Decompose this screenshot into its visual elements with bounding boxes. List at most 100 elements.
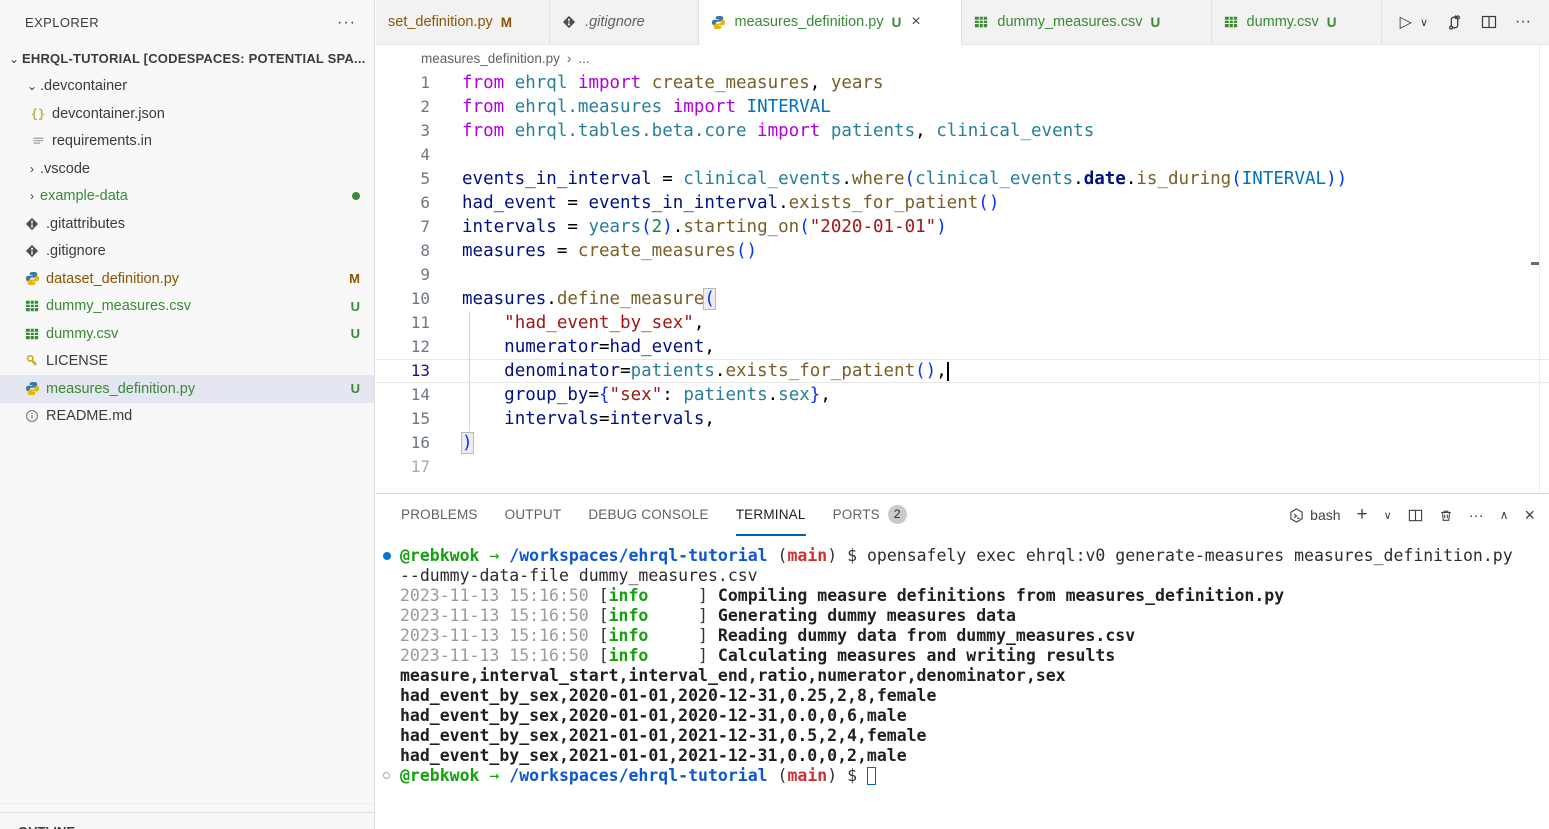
code-token: () — [915, 361, 936, 381]
code-editor[interactable]: 1 from ehrql import create_measures, year… — [376, 71, 1549, 493]
panel-tab-label: DEBUG CONSOLE — [588, 507, 708, 522]
terminal-line-1: @rebkwok → /workspaces/ehrql-tutorial (m… — [376, 546, 1549, 566]
panel-header: PROBLEMS OUTPUT DEBUG CONSOLE TERMINAL PORTS… — [376, 494, 1549, 536]
kill-terminal-button[interactable] — [1439, 508, 1453, 523]
open-changes-icon[interactable] — [1446, 14, 1463, 31]
terminal-shell-selector[interactable]: bash — [1289, 507, 1340, 523]
terminal-content[interactable]: @rebkwok → /workspaces/ehrql-tutorial (m… — [376, 536, 1549, 829]
code-text: intervals = years(2).starting_on("2020-0… — [462, 215, 1549, 239]
panel-more-button[interactable]: ··· — [1469, 507, 1484, 524]
explorer-title: EXPLORER — [25, 15, 99, 30]
terminal-dropdown-button[interactable]: ∨ — [1384, 509, 1392, 522]
tree-item-vscode[interactable]: ›.vscode — [0, 155, 374, 183]
git-icon — [24, 243, 40, 259]
tree-item-example-data[interactable]: ›example-data — [0, 183, 374, 211]
terminal-text — [499, 546, 509, 565]
panel-tab-ports[interactable]: PORTS2 — [833, 494, 907, 536]
command-decoration-empty-icon[interactable] — [383, 772, 390, 779]
tree-item-dummy-csv[interactable]: dummy.csvU — [0, 320, 374, 348]
tree-item-requirements-in[interactable]: requirements.in — [0, 128, 374, 156]
code-token: patients — [631, 361, 715, 381]
csv-icon — [1224, 14, 1240, 30]
close-panel-button[interactable]: × — [1524, 505, 1535, 526]
tab-set-definition-py[interactable]: set_definition.pyM — [376, 0, 550, 44]
code-token: , — [915, 121, 936, 141]
panel-tab-output[interactable]: OUTPUT — [505, 494, 562, 536]
outline-header[interactable]: › OUTLINE — [0, 818, 374, 829]
command-decoration-icon[interactable] — [383, 552, 391, 560]
terminal-text: opensafely exec ehrql:v0 generate-measur… — [867, 546, 1513, 565]
editor-actions: ▷ ∨ ··· — [1382, 0, 1549, 44]
code-line-13: 13 denominator=patients.exists_for_patie… — [376, 359, 1549, 383]
file-label: LICENSE — [46, 353, 360, 369]
outline-label: OUTLINE — [18, 824, 75, 829]
code-line-2: 2from ehrql.measures import INTERVAL — [376, 95, 1549, 119]
tree-item-measures-definition-py[interactable]: measures_definition.pyU — [0, 375, 374, 403]
terminal-text: Calculating measures and writing results — [718, 646, 1115, 665]
git-icon — [562, 14, 578, 30]
terminal-line-10: had_event_by_sex,2021-01-01,2021-12-31,0… — [376, 726, 1549, 746]
code-token: intervals — [504, 409, 599, 429]
breadcrumb-file[interactable]: measures_definition.py — [421, 51, 560, 66]
terminal-text: --dummy-data-file dummy_measures.csv — [400, 566, 758, 585]
code-token: . — [1126, 169, 1137, 189]
terminal-text: [ — [599, 606, 609, 625]
tree-root[interactable]: ⌄EHRQL-TUTORIAL [CODESPACES: POTENTIAL S… — [0, 45, 375, 73]
code-token: ( — [905, 169, 916, 189]
tab-measures-definition-py[interactable]: measures_definition.pyU× — [699, 0, 962, 45]
code-token: , — [694, 313, 705, 333]
maximize-panel-button[interactable]: ∧ — [1500, 508, 1509, 522]
python-icon — [711, 14, 727, 30]
tree-item-readme-md[interactable]: README.md — [0, 403, 374, 431]
run-dropdown-icon[interactable]: ∨ — [1420, 16, 1428, 29]
line-number: 1 — [376, 71, 430, 95]
split-editor-button[interactable] — [1481, 14, 1497, 30]
code-token: define_measure — [557, 289, 705, 309]
terminal-text: [ — [599, 646, 609, 665]
tree-item-devcontainer[interactable]: ⌄.devcontainer — [0, 73, 374, 101]
tree-item-license[interactable]: LICENSE — [0, 348, 374, 376]
tab-label: set_definition.py — [388, 14, 493, 30]
code-token: "sex" — [610, 385, 663, 405]
file-label: dummy.csv — [46, 326, 343, 342]
panel-tab-debug-console[interactable]: DEBUG CONSOLE — [588, 494, 708, 536]
vscode-window: EXPLORER ··· ⌄EHRQL-TUTORIAL [CODESPACES… — [0, 0, 1549, 829]
split-terminal-button[interactable] — [1408, 508, 1423, 523]
tree-item-dummy-measures-csv[interactable]: dummy_measures.csvU — [0, 293, 374, 321]
code-token: create_measures — [578, 241, 736, 261]
close-icon[interactable]: × — [911, 13, 920, 31]
bottom-panel: PROBLEMS OUTPUT DEBUG CONSOLE TERMINAL PORTS… — [376, 493, 1549, 829]
line-number: 7 — [376, 215, 430, 239]
panel-tab-terminal[interactable]: TERMINAL — [736, 494, 806, 536]
explorer-more-icon[interactable]: ··· — [337, 14, 356, 32]
code-text: from ehrql import create_measures, years — [462, 71, 1549, 95]
git-status-badge: U — [1327, 15, 1337, 30]
line-number: 6 — [376, 191, 430, 215]
tab-dummy-csv[interactable]: dummy.csvU — [1212, 0, 1382, 44]
editor-scrollbar[interactable] — [1539, 45, 1540, 493]
more-actions-button[interactable]: ··· — [1515, 13, 1531, 31]
new-terminal-button[interactable]: + — [1357, 504, 1368, 526]
tree-item-devcontainer-json[interactable]: {}devcontainer.json — [0, 100, 374, 128]
code-text: denominator=patients.exists_for_patient(… — [462, 359, 1549, 383]
tab-dummy-measures-csv[interactable]: dummy_measures.csvU — [962, 0, 1211, 44]
terminal-line-12: @rebkwok → /workspaces/ehrql-tutorial (m… — [376, 766, 1549, 786]
panel-tab-problems[interactable]: PROBLEMS — [401, 494, 478, 536]
terminal-text — [499, 766, 509, 785]
tree-item-gitignore[interactable]: .gitignore — [0, 238, 374, 266]
tab-gitignore[interactable]: .gitignore — [550, 0, 699, 44]
run-button[interactable]: ▷ — [1400, 12, 1412, 32]
code-token: intervals — [610, 409, 705, 429]
tab-label: dummy_measures.csv — [997, 14, 1142, 30]
key-icon — [24, 353, 40, 369]
breadcrumb-more[interactable]: ... — [578, 51, 589, 66]
code-token: = — [546, 241, 578, 261]
code-token: exists_for_patient — [789, 193, 979, 213]
terminal-text: 2023-11-13 15:16:50 — [400, 626, 599, 645]
panel-tab-label: PORTS — [833, 507, 880, 522]
code-line-10: 10measures.define_measure( — [376, 287, 1549, 311]
breadcrumb[interactable]: measures_definition.py › ... — [376, 45, 1549, 71]
tree-item-dataset-definition-py[interactable]: dataset_definition.pyM — [0, 265, 374, 293]
tree-item-gitattributes[interactable]: .gitattributes — [0, 210, 374, 238]
code-token: )) — [1326, 169, 1347, 189]
